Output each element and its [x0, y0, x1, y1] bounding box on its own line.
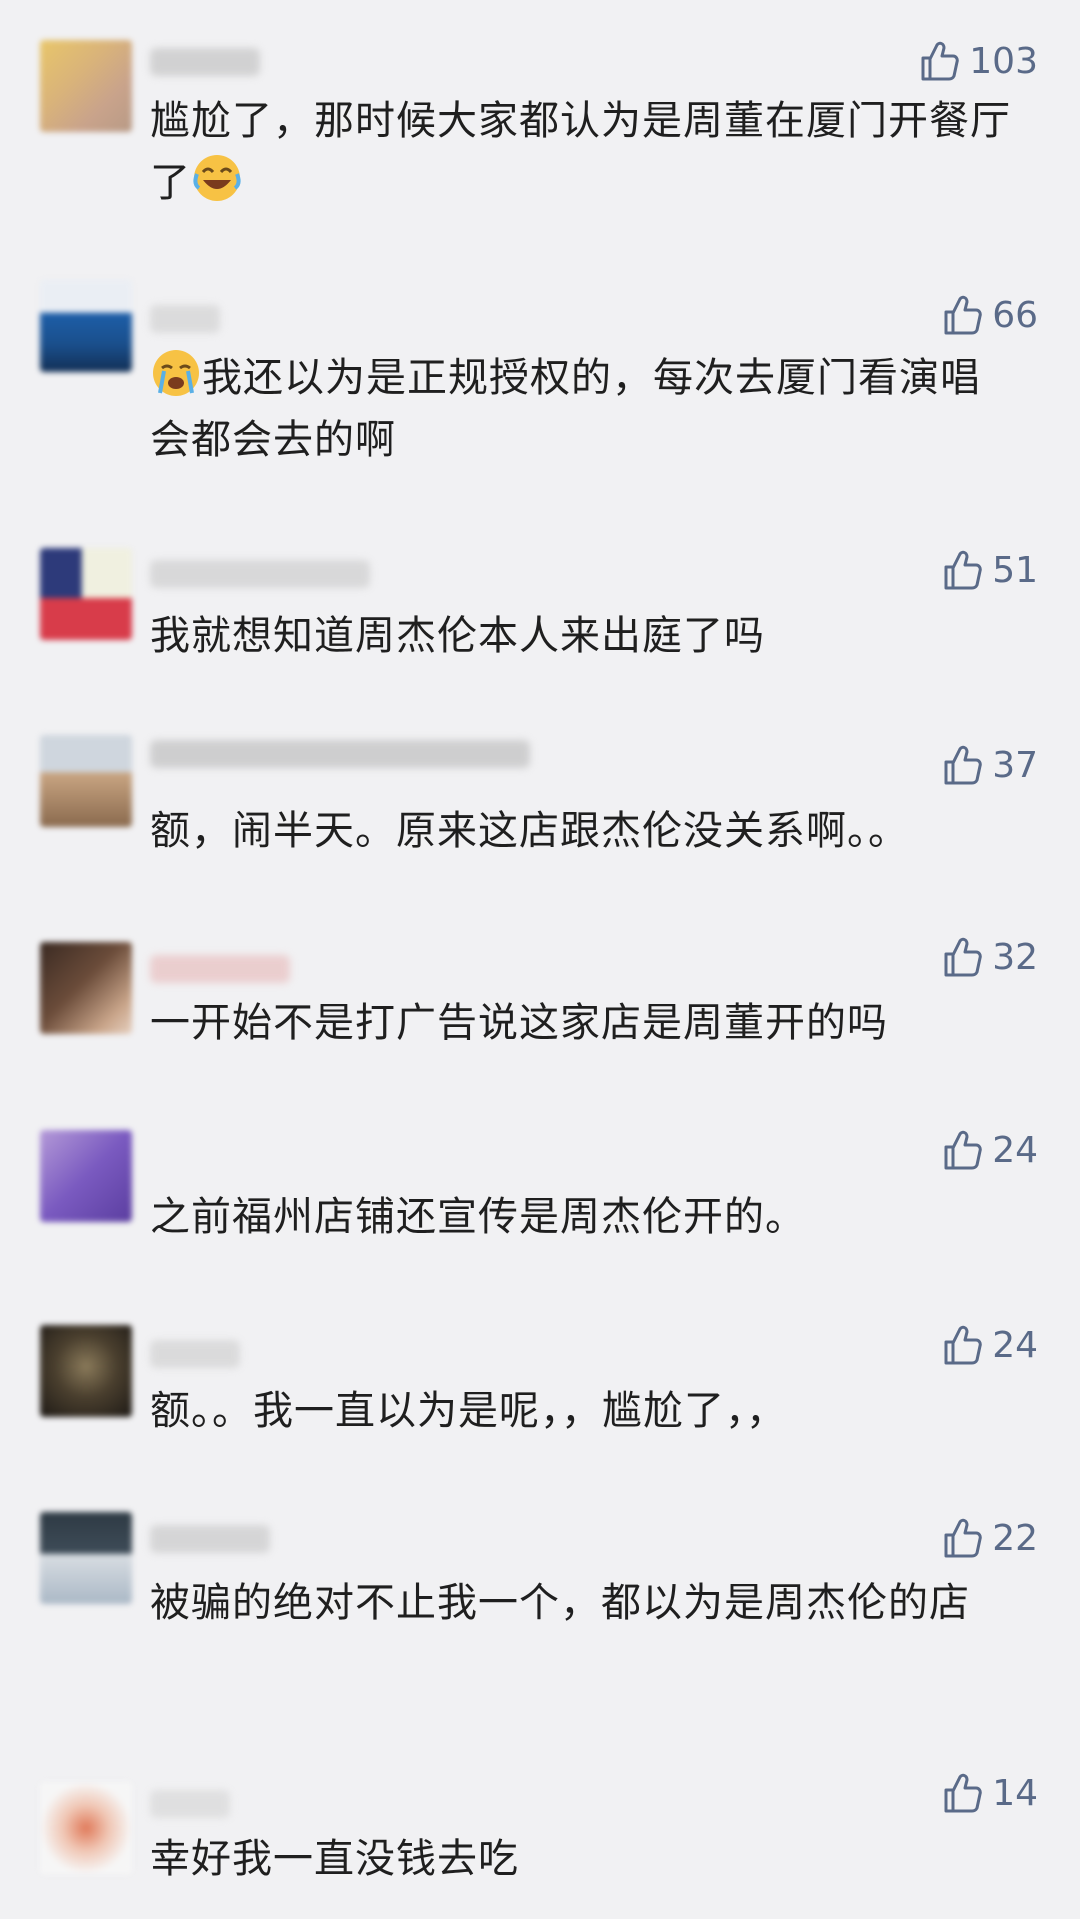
avatar[interactable] [40, 735, 132, 827]
like-button[interactable]: 51 [942, 545, 1038, 595]
like-count: 14 [992, 1772, 1038, 1814]
thumbs-up-icon [942, 1129, 982, 1171]
username-redacted[interactable] [150, 740, 530, 768]
like-button[interactable]: 103 [919, 36, 1038, 86]
username-redacted[interactable] [150, 1790, 230, 1818]
avatar[interactable] [40, 1325, 132, 1417]
avatar[interactable] [40, 942, 132, 1034]
avatar[interactable] [40, 1512, 132, 1604]
comment-text: 我还以为是正规授权的，每次去厦门看演唱会都会去的啊 [150, 347, 1020, 471]
sob-emoji-icon [153, 350, 199, 396]
comment-text: 额。。我一直以为是呢，，尴尬了，， [150, 1388, 787, 1434]
like-count: 24 [992, 1324, 1038, 1366]
thumbs-up-icon [942, 1772, 982, 1814]
like-count: 37 [992, 744, 1038, 786]
like-button[interactable]: 66 [942, 290, 1038, 340]
like-button[interactable]: 32 [942, 932, 1038, 982]
like-count: 24 [992, 1129, 1038, 1171]
like-button[interactable]: 14 [942, 1768, 1038, 1818]
avatar[interactable] [40, 548, 132, 640]
avatar[interactable] [40, 1130, 132, 1222]
laugh-cry-emoji-icon [193, 155, 241, 201]
comment-text: 尴尬了，那时候大家都认为是周董在厦门开餐厅了 [150, 98, 1011, 206]
thumbs-up-icon [942, 1517, 982, 1559]
like-count: 103 [969, 40, 1038, 82]
comment-text: 被骗的绝对不止我一个，都以为是周杰伦的店 [150, 1580, 970, 1626]
like-count: 32 [992, 936, 1038, 978]
username-redacted[interactable] [150, 48, 260, 76]
comment-text: 我就想知道周杰伦本人来出庭了吗 [150, 613, 765, 659]
like-button[interactable]: 37 [942, 740, 1038, 790]
like-count: 22 [992, 1517, 1038, 1559]
like-button[interactable]: 24 [942, 1125, 1038, 1175]
avatar[interactable] [40, 280, 132, 372]
thumbs-up-icon [919, 40, 960, 82]
username-redacted[interactable] [150, 1525, 270, 1553]
avatar[interactable] [40, 1782, 132, 1874]
comment-text: 幸好我一直没钱去吃 [150, 1836, 519, 1882]
thumbs-up-icon [942, 936, 982, 978]
comment-text: 额，闹半天。原来这店跟杰伦没关系啊。。 [150, 808, 909, 854]
like-count: 51 [992, 549, 1038, 591]
thumbs-up-icon [942, 294, 982, 336]
comment-text: 之前福州店铺还宣传是周杰伦开的。 [150, 1194, 806, 1240]
like-button[interactable]: 24 [942, 1320, 1038, 1370]
username-redacted[interactable] [150, 1340, 240, 1368]
thumbs-up-icon [942, 1324, 982, 1366]
username-redacted[interactable] [150, 305, 220, 333]
like-count: 66 [992, 294, 1038, 336]
avatar[interactable] [40, 40, 132, 132]
like-button[interactable]: 22 [942, 1513, 1038, 1563]
username-redacted[interactable] [150, 560, 370, 588]
comment-text: 一开始不是打广告说这家店是周董开的吗 [150, 1000, 888, 1046]
thumbs-up-icon [942, 744, 982, 786]
username-redacted[interactable] [150, 955, 290, 983]
thumbs-up-icon [942, 549, 982, 591]
